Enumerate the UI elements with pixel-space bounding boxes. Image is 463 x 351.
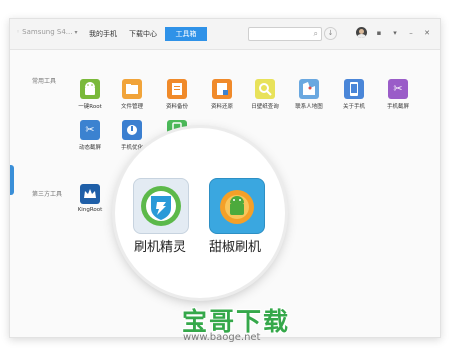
tool-file-manager[interactable]: 文件管理 — [110, 79, 154, 121]
download-icon[interactable]: ↓ — [324, 27, 337, 40]
section-title-third-party: 第三方工具 — [32, 191, 63, 198]
tool-contacts-map[interactable]: 联系人地图 — [287, 79, 331, 121]
tool-backup[interactable]: 资料备份 — [155, 79, 199, 121]
scissors-icon: ✂ — [80, 120, 100, 140]
backup-icon — [167, 79, 187, 99]
close-icon[interactable]: ✕ — [420, 26, 434, 40]
tianjiao-android-icon[interactable] — [209, 178, 265, 234]
tab-my-phone[interactable]: 我的手机 — [88, 27, 118, 41]
device-name: Samsung S4... — [22, 28, 73, 36]
restore-icon — [212, 79, 232, 99]
shuaji-shield-icon[interactable] — [133, 178, 189, 234]
tool-about-phone[interactable]: 关于手机 — [332, 79, 376, 121]
folder-icon — [122, 79, 142, 99]
minimize-icon[interactable]: – — [404, 26, 418, 40]
avatar[interactable] — [356, 27, 367, 38]
tab-toolbox[interactable]: 工具箱 — [165, 27, 207, 41]
tab-download-center[interactable]: 下载中心 — [128, 27, 158, 41]
wifi-icon: ◦ — [16, 28, 21, 36]
optimize-icon — [122, 120, 142, 140]
map-icon — [299, 79, 319, 99]
tool-restore[interactable]: 资料还原 — [200, 79, 244, 121]
message-icon[interactable]: ▪ — [372, 26, 386, 40]
device-selector[interactable]: ◦ Samsung S4... ▾ — [16, 28, 77, 36]
chevron-down-icon: ▾ — [74, 29, 78, 36]
tool-wallpaper-query[interactable]: 日壁纸查询 — [243, 79, 287, 121]
menu-icon[interactable]: ▾ — [388, 26, 402, 40]
search-icon[interactable]: ⌕ — [314, 28, 318, 40]
magnified-label-tianjiao: 甜椒刷机 — [209, 240, 262, 255]
magnifier-icon — [255, 79, 275, 99]
phone-info-icon — [344, 79, 364, 99]
android-root-icon — [80, 79, 100, 99]
magnified-label-shuaji: 刷机精灵 — [134, 240, 187, 255]
kingroot-icon — [80, 184, 100, 204]
title-bar: ◦ Samsung S4... ▾ 我的手机 下载中心 工具箱 ⌕ ↓ ▪ ▾ – … — [10, 19, 440, 50]
tool-one-click-root[interactable]: 一键Root — [68, 79, 112, 121]
magnifier-zoom: 刷机精灵 甜椒刷机 — [115, 128, 285, 298]
watermark-url: www.baoge.net — [183, 332, 261, 343]
scissors-icon: ✂ — [388, 79, 408, 99]
tool-kingroot[interactable]: KingRoot — [68, 184, 112, 226]
section-title-common: 常用工具 — [32, 78, 57, 85]
tool-dynamic-screenshot[interactable]: ✂ 动态截屏 — [68, 120, 112, 162]
search-input[interactable]: ⌕ — [248, 27, 322, 41]
tool-screenshot[interactable]: ✂ 手机截屏 — [376, 79, 420, 121]
side-handle[interactable] — [10, 165, 14, 195]
tool-label: KingRoot — [77, 207, 103, 213]
tool-label: 手机截屏 — [386, 104, 409, 110]
